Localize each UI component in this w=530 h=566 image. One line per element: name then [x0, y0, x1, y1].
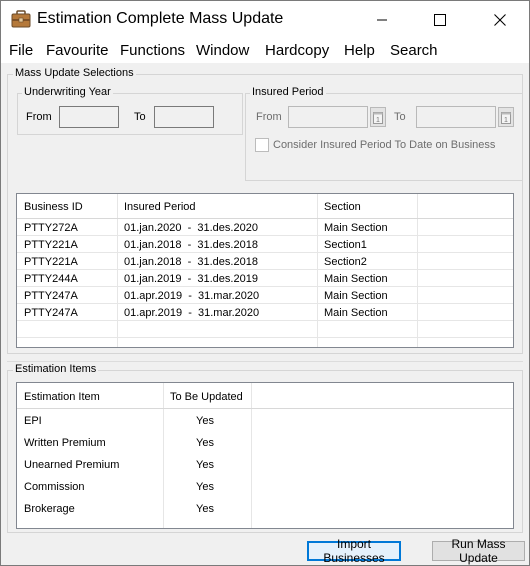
cell-insured-period: 01.apr.2019 - 31.mar.2020: [124, 307, 260, 319]
business-table[interactable]: Business ID Insured Period Section PTTY2…: [16, 193, 514, 348]
column-header-insured-period[interactable]: Insured Period: [124, 201, 196, 213]
column-divider: [117, 194, 118, 347]
row-divider: [17, 252, 513, 253]
cell-estimation-item: Unearned Premium: [24, 459, 120, 471]
cell-section: Section1: [324, 239, 367, 251]
column-header-to-be-updated[interactable]: To Be Updated: [170, 391, 243, 403]
header-divider: [17, 218, 513, 219]
estimation-items-table[interactable]: Estimation Item To Be Updated EPI Yes Wr…: [16, 382, 514, 529]
cell-estimation-item: EPI: [24, 415, 42, 427]
column-divider: [163, 383, 164, 528]
menu-favourite[interactable]: Favourite: [46, 42, 109, 59]
content-area: Mass Update Selections Underwriting Year…: [1, 63, 529, 565]
underwriting-year-group: Underwriting Year From To: [17, 86, 243, 135]
cell-section: Main Section: [324, 273, 388, 285]
menu-help[interactable]: Help: [344, 42, 375, 59]
maximize-button[interactable]: [417, 1, 463, 39]
estimation-items-group: Estimation Items Estimation Item To Be U…: [7, 363, 523, 533]
cell-section: Section2: [324, 256, 367, 268]
insured-period-from-input[interactable]: [288, 106, 368, 128]
row-divider: [17, 320, 513, 321]
cell-estimation-item: Brokerage: [24, 503, 75, 515]
briefcase-icon: [11, 10, 31, 28]
column-divider: [417, 194, 418, 347]
insured-period-label: Insured Period: [250, 86, 326, 98]
minimize-icon: [377, 19, 387, 21]
calendar-icon: 1: [373, 111, 383, 124]
cell-business-id: PTTY221A: [24, 256, 78, 268]
uw-year-to-label: To: [134, 111, 146, 123]
header-divider: [17, 408, 513, 409]
menu-window[interactable]: Window: [196, 42, 249, 59]
insured-period-from-calendar-button[interactable]: 1: [370, 107, 386, 127]
run-mass-update-button[interactable]: Run Mass Update: [432, 537, 525, 565]
cell-business-id: PTTY272A: [24, 222, 78, 234]
cell-insured-period: 01.jan.2020 - 31.des.2020: [124, 222, 258, 234]
row-divider: [17, 235, 513, 236]
cell-to-be-updated: Yes: [196, 437, 214, 449]
import-businesses-button[interactable]: Import Businesses: [307, 537, 401, 565]
title-bar[interactable]: Estimation Complete Mass Update: [1, 1, 529, 39]
calendar-from-glyph: 1: [376, 117, 380, 124]
underwriting-year-label: Underwriting Year: [22, 86, 113, 98]
insured-period-to-label: To: [394, 111, 406, 123]
menu-functions[interactable]: Functions: [120, 42, 185, 59]
insured-period-from-label: From: [256, 111, 282, 123]
column-divider: [251, 383, 252, 528]
maximize-icon: [434, 14, 446, 26]
insured-period-group: Insured Period From 1 To 1 Consider Insu…: [245, 86, 523, 181]
mass-update-selections-group: Mass Update Selections Underwriting Year…: [7, 67, 523, 354]
minimize-button[interactable]: [359, 1, 405, 39]
cell-insured-period: 01.jan.2019 - 31.des.2019: [124, 273, 258, 285]
column-header-estimation-item[interactable]: Estimation Item: [24, 391, 100, 403]
column-header-section[interactable]: Section: [324, 201, 361, 213]
pane-splitter[interactable]: [7, 361, 523, 362]
uw-year-from-label: From: [26, 111, 52, 123]
calendar-icon: 1: [501, 111, 511, 124]
window-title: Estimation Complete Mass Update: [37, 10, 284, 27]
cell-section: Main Section: [324, 222, 388, 234]
cell-business-id: PTTY247A: [24, 307, 78, 319]
estimation-items-label: Estimation Items: [13, 363, 99, 375]
cell-section: Main Section: [324, 307, 388, 319]
cell-insured-period: 01.jan.2018 - 31.des.2018: [124, 239, 258, 251]
menu-hardcopy[interactable]: Hardcopy: [265, 42, 329, 59]
menu-search[interactable]: Search: [390, 42, 438, 59]
row-divider: [17, 303, 513, 304]
cell-to-be-updated: Yes: [196, 459, 214, 471]
cell-insured-period: 01.jan.2018 - 31.des.2018: [124, 256, 258, 268]
menu-file[interactable]: File: [9, 42, 33, 59]
row-divider: [17, 286, 513, 287]
cell-to-be-updated: Yes: [196, 481, 214, 493]
row-divider: [17, 337, 513, 338]
uw-year-from-input[interactable]: [59, 106, 119, 128]
cell-to-be-updated: Yes: [196, 415, 214, 427]
uw-year-to-input[interactable]: [154, 106, 214, 128]
insured-period-to-input[interactable]: [416, 106, 496, 128]
consider-insured-period-checkbox[interactable]: [255, 138, 269, 152]
calendar-to-glyph: 1: [504, 117, 508, 124]
consider-insured-period-label: Consider Insured Period To Date on Busin…: [273, 139, 496, 151]
column-header-business-id[interactable]: Business ID: [24, 201, 83, 213]
cell-estimation-item: Commission: [24, 481, 85, 493]
cell-estimation-item: Written Premium: [24, 437, 106, 449]
cell-to-be-updated: Yes: [196, 503, 214, 515]
column-divider: [317, 194, 318, 347]
main-window: Estimation Complete Mass Update File Fav…: [0, 0, 530, 566]
cell-business-id: PTTY247A: [24, 290, 78, 302]
menu-bar: File Favourite Functions Window Hardcopy…: [1, 39, 529, 63]
cell-insured-period: 01.apr.2019 - 31.mar.2020: [124, 290, 260, 302]
cell-section: Main Section: [324, 290, 388, 302]
cell-business-id: PTTY244A: [24, 273, 78, 285]
insured-period-to-calendar-button[interactable]: 1: [498, 107, 514, 127]
mass-update-selections-label: Mass Update Selections: [13, 67, 136, 79]
cell-business-id: PTTY221A: [24, 239, 78, 251]
close-button[interactable]: [477, 1, 523, 39]
close-icon: [494, 14, 506, 26]
row-divider: [17, 269, 513, 270]
